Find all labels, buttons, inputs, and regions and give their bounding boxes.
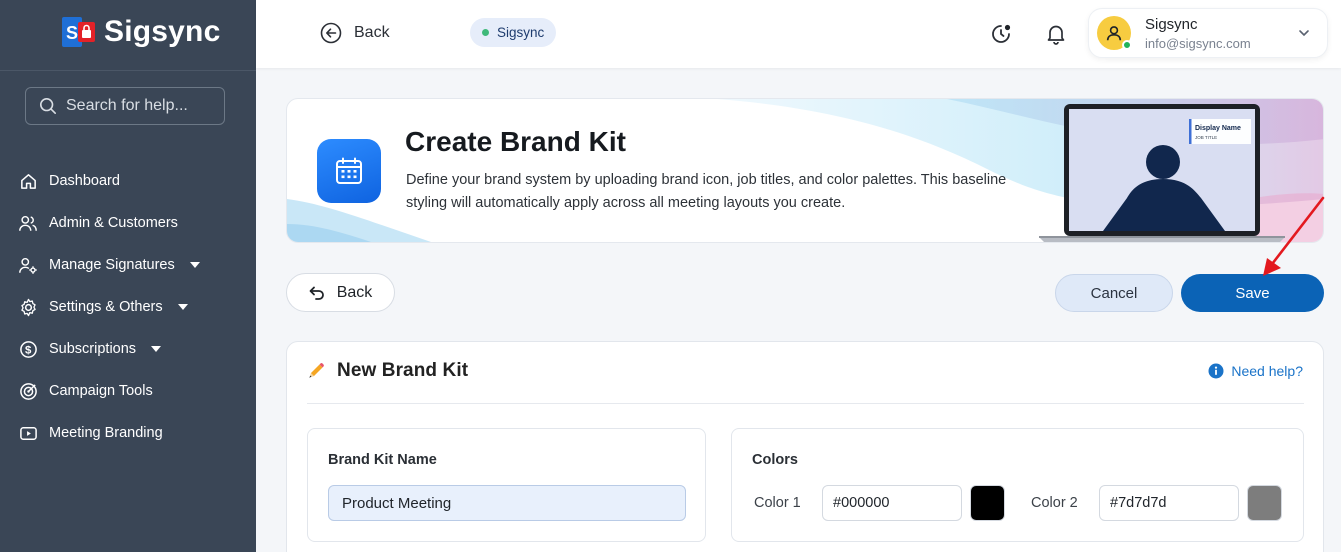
brand-kit-name-label: Brand Kit Name xyxy=(328,452,437,468)
sidebar-item-settings-others[interactable]: Settings & Others xyxy=(18,286,248,328)
page-title: Create Brand Kit xyxy=(405,126,626,157)
video-icon xyxy=(18,423,38,443)
color-1-label: Color 1 xyxy=(754,495,801,511)
color-1-hex-input[interactable]: #000000 xyxy=(822,485,962,521)
gear-icon xyxy=(18,297,38,317)
page-description: Define your brand system by uploading br… xyxy=(406,172,1007,211)
organization-pill[interactable]: Sigsync xyxy=(470,18,557,47)
info-icon xyxy=(1208,363,1224,379)
organization-name: Sigsync xyxy=(497,25,545,40)
cancel-button-label: Cancel xyxy=(1090,284,1138,302)
sidebar: S Sigsync Search for help... Dashboard A… xyxy=(0,0,256,552)
sidebar-item-label: Meeting Branding xyxy=(49,425,163,441)
brand-kit-name-value: Product Meeting xyxy=(342,494,452,512)
user-icon xyxy=(1106,26,1122,41)
svg-text:S: S xyxy=(66,23,78,43)
user-settings-icon xyxy=(18,255,38,275)
back-arrow-circle-icon xyxy=(320,22,342,44)
sidebar-item-label: Admin & Customers xyxy=(49,215,178,231)
need-help-label: Need help? xyxy=(1231,363,1303,379)
cancel-button[interactable]: Cancel xyxy=(1055,274,1173,312)
color-1-hex-value: #000000 xyxy=(833,495,890,511)
caret-down-icon xyxy=(177,304,188,310)
top-bar: Back Sigsync Sigsync info@sigsync.com xyxy=(256,0,1341,68)
preview-job-title: JOB TITLE xyxy=(1195,135,1217,140)
avatar xyxy=(1097,16,1132,50)
sidebar-item-label: Settings & Others xyxy=(49,299,163,315)
dollar-circle-icon: $ xyxy=(18,339,38,359)
search-input[interactable]: Search for help... xyxy=(25,87,225,125)
brand-kit-name-input[interactable]: Product Meeting xyxy=(328,485,686,521)
color-2-swatch[interactable] xyxy=(1247,485,1282,521)
sidebar-item-label: Campaign Tools xyxy=(49,383,153,399)
sidebar-divider xyxy=(0,70,256,71)
sidebar-item-admin-customers[interactable]: Admin & Customers xyxy=(18,202,248,244)
search-icon xyxy=(39,97,57,115)
color-1-swatch[interactable] xyxy=(970,485,1005,521)
back-button-label: Back xyxy=(336,283,373,301)
color-2-hex-input[interactable]: #7d7d7d xyxy=(1099,485,1239,521)
brand-kit-name-section: Brand Kit Name Product Meeting xyxy=(307,428,706,542)
brand-name: Sigsync xyxy=(104,15,221,48)
user-email: info@sigsync.com xyxy=(1145,35,1251,51)
history-icon[interactable] xyxy=(989,22,1013,46)
colors-label: Colors xyxy=(752,452,798,468)
sidebar-item-label: Dashboard xyxy=(49,173,120,189)
page-banner: Create Brand Kit Define your brand syste… xyxy=(286,98,1324,243)
home-icon xyxy=(18,171,38,191)
color-2-hex-value: #7d7d7d xyxy=(1110,495,1167,511)
card-header: New Brand Kit xyxy=(307,360,468,382)
chevron-down-icon xyxy=(1299,30,1309,37)
sidebar-item-manage-signatures[interactable]: Manage Signatures xyxy=(18,244,248,286)
search-placeholder: Search for help... xyxy=(66,97,188,114)
colors-section: Colors Color 1 #000000 Color 2 #7d7d7d xyxy=(731,428,1304,542)
pencil-icon xyxy=(309,363,324,378)
preview-display-name: Display Name xyxy=(1195,125,1241,132)
need-help-link[interactable]: Need help? xyxy=(1208,363,1303,379)
sidebar-item-label: Subscriptions xyxy=(49,341,137,357)
header-back-button[interactable]: Back xyxy=(320,22,390,44)
annotation-arrow-icon xyxy=(1263,196,1325,276)
brand-kit-form-card: New Brand Kit Need help? Brand Kit Name … xyxy=(286,341,1324,552)
user-menu[interactable]: Sigsync info@sigsync.com xyxy=(1088,8,1328,58)
caret-down-icon xyxy=(151,346,162,352)
caret-down-icon xyxy=(189,262,200,268)
back-button[interactable]: Back xyxy=(286,273,395,312)
status-dot xyxy=(482,29,489,36)
calendar-icon xyxy=(317,139,381,203)
sidebar-item-label: Manage Signatures xyxy=(49,257,175,273)
sigsync-logo-icon: S xyxy=(62,17,95,47)
save-button-label: Save xyxy=(1235,284,1270,302)
user-name: Sigsync xyxy=(1145,15,1198,33)
sidebar-item-campaign-tools[interactable]: Campaign Tools xyxy=(18,370,248,412)
sidebar-item-dashboard[interactable]: Dashboard xyxy=(18,160,248,202)
notification-bell-icon[interactable] xyxy=(1044,22,1068,46)
target-icon xyxy=(18,381,38,401)
card-divider xyxy=(307,403,1304,404)
online-status-dot xyxy=(1122,40,1132,50)
users-icon xyxy=(18,213,38,233)
header-back-label: Back xyxy=(354,24,390,41)
svg-text:$: $ xyxy=(24,344,31,356)
sidebar-item-meeting-branding[interactable]: Meeting Branding xyxy=(18,412,248,454)
brand-logo[interactable]: S Sigsync xyxy=(60,14,220,50)
color-2-label: Color 2 xyxy=(1031,495,1078,511)
sidebar-nav: Dashboard Admin & Customers Manage Signa… xyxy=(18,160,248,454)
card-title: New Brand Kit xyxy=(337,360,469,381)
sidebar-item-subscriptions[interactable]: $ Subscriptions xyxy=(18,328,248,370)
undo-arrow-icon xyxy=(309,286,324,300)
